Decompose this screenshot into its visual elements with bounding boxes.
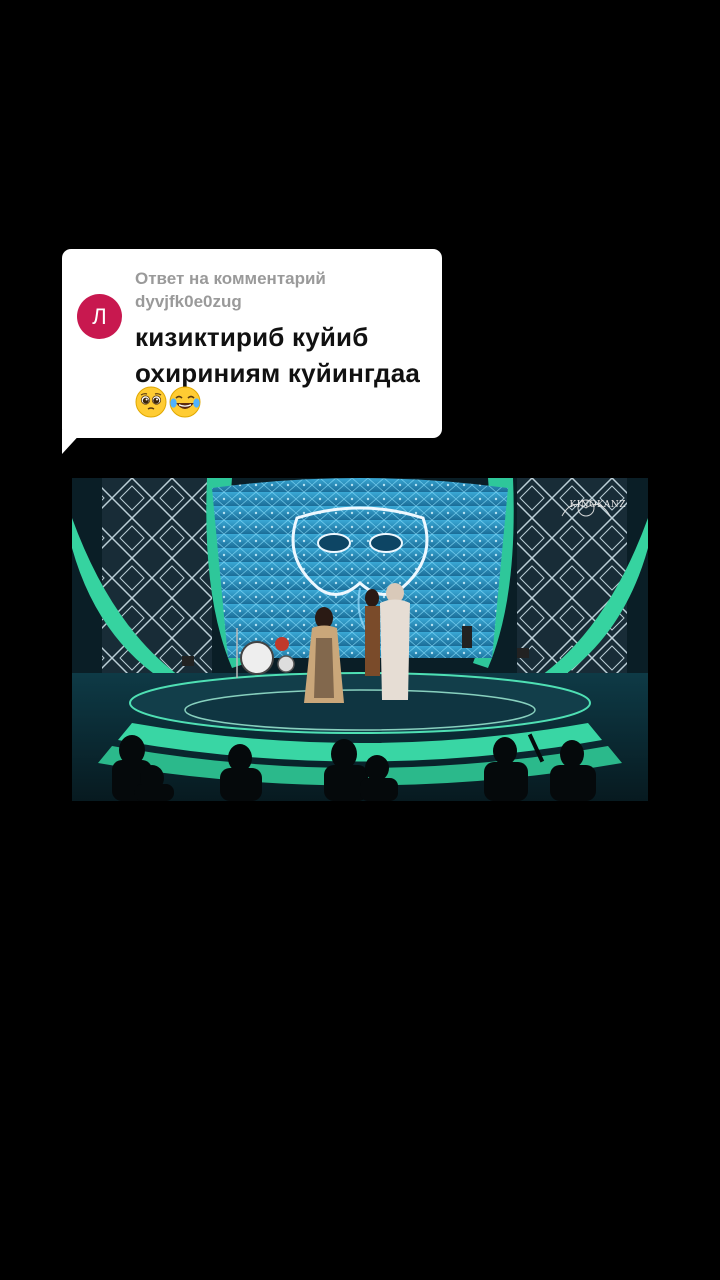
stage-scene [72, 478, 648, 801]
video-frame[interactable]: KINOKANZ [72, 478, 648, 801]
reply-comment-text: кизиктириб куйиб охириниям куйингдаа [135, 322, 421, 388]
reply-username[interactable]: dyvjfk0e0zug [135, 291, 242, 313]
video-screen[interactable]: Л Ответ на комментарий dyvjfk0e0zug кизи… [0, 0, 720, 1280]
tears-of-joy-icon [169, 386, 201, 418]
pleading-face-icon [135, 386, 167, 418]
avatar[interactable]: Л [77, 294, 122, 339]
emoji-row [135, 386, 201, 418]
avatar-letter: Л [92, 303, 107, 329]
watermark-text: KINOKANZ [569, 500, 626, 510]
reply-comment-bubble[interactable]: Л Ответ на комментарий dyvjfk0e0zug кизи… [62, 249, 442, 438]
reply-header: Ответ на комментарий [135, 269, 326, 288]
